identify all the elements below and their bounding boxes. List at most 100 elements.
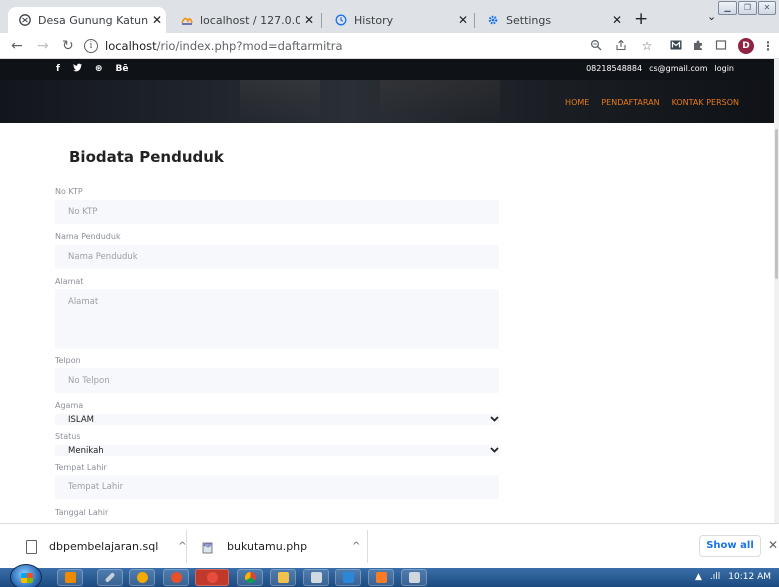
- close-download-bar-icon[interactable]: ✕: [768, 538, 778, 552]
- site-topbar: f ⊛ Bē 08218548884 cs@gmail.com login: [0, 59, 774, 80]
- tab-title: localhost / 127.0.0.1 / db: [200, 13, 300, 27]
- taskbar-app-circle-icon[interactable]: [129, 569, 155, 586]
- restore-icon[interactable]: ❐: [738, 1, 757, 15]
- download-separator: [186, 530, 187, 563]
- label-telpon: Telpon: [55, 356, 81, 365]
- nav-kontak-person[interactable]: KONTAK PERSON: [672, 98, 739, 107]
- tab-title: Desa Gunung Katun Mala: [38, 13, 148, 27]
- menu-kebab-icon[interactable]: ⋮: [761, 39, 775, 53]
- taskbar-app-chrome-icon[interactable]: [237, 569, 263, 586]
- social-links: f ⊛ Bē: [56, 63, 128, 77]
- browser-toolbar: ← → ↻ i localhost/rio/index.php?mod=daft…: [0, 33, 779, 59]
- email-link[interactable]: cs@gmail.com: [649, 64, 707, 73]
- clock[interactable]: 10:12 AM: [728, 572, 771, 582]
- agama-select[interactable]: ISLAM: [55, 414, 499, 425]
- taskbar-app-pen-icon[interactable]: [97, 569, 123, 586]
- download-item-sql[interactable]: dbpembelajaran.sql ^: [26, 524, 187, 569]
- show-all-button[interactable]: Show all: [699, 535, 761, 557]
- label-no-ktp: No KTP: [55, 187, 83, 196]
- address-bar[interactable]: i localhost/rio/index.php?mod=daftarmitr…: [84, 35, 582, 56]
- php-file-icon: php: [202, 540, 215, 554]
- nama-penduduk-input[interactable]: Nama Penduduk: [55, 245, 499, 269]
- tab-phpmyadmin[interactable]: localhost / 127.0.0.1 / db ✕: [170, 7, 318, 33]
- side-panel-icon[interactable]: [714, 39, 728, 53]
- zoom-icon[interactable]: [589, 39, 603, 53]
- file-icon: [26, 539, 37, 554]
- gear-icon: [486, 13, 500, 27]
- taskbar-app-firefox-icon[interactable]: [163, 569, 189, 586]
- alamat-textarea[interactable]: Alamat: [55, 289, 499, 349]
- new-tab-button[interactable]: +: [634, 9, 648, 29]
- tab-strip: Desa Gunung Katun Mala ✕ localhost / 127…: [0, 0, 779, 33]
- taskbar-app-red-icon[interactable]: [195, 569, 229, 586]
- label-nama-penduduk: Nama Penduduk: [55, 232, 121, 241]
- start-button[interactable]: [10, 564, 42, 587]
- page-scrollbar[interactable]: [774, 59, 779, 523]
- site-info-icon[interactable]: i: [84, 38, 98, 53]
- back-arrow-icon[interactable]: ←: [11, 37, 23, 55]
- history-icon: [334, 13, 348, 27]
- taskbar-app-window-icon[interactable]: [303, 569, 329, 586]
- login-link[interactable]: login: [715, 64, 735, 73]
- tab-title: Settings: [506, 13, 552, 27]
- contact-info: 08218548884 cs@gmail.com login: [586, 64, 734, 73]
- taskbar-app-orange-icon[interactable]: [57, 569, 83, 586]
- window-controls: ▁ ❐ ✕: [718, 1, 777, 15]
- minimize-icon[interactable]: ▁: [718, 1, 737, 15]
- status-select[interactable]: Menikah: [55, 445, 499, 456]
- bookmark-star-icon[interactable]: ☆: [640, 39, 654, 53]
- facebook-icon[interactable]: f: [56, 63, 60, 77]
- tab-desa-gunung-katun[interactable]: Desa Gunung Katun Mala ✕: [8, 7, 166, 33]
- extension-m-icon[interactable]: [669, 39, 683, 53]
- profile-avatar[interactable]: D: [738, 38, 754, 54]
- label-agama: Agama: [55, 401, 84, 410]
- tab-close-icon[interactable]: ✕: [148, 13, 166, 27]
- reload-icon[interactable]: ↻: [62, 37, 74, 55]
- tab-close-icon[interactable]: ✕: [608, 13, 626, 27]
- globe-icon: [18, 13, 32, 27]
- dribbble-icon[interactable]: ⊛: [95, 63, 103, 77]
- tab-close-icon[interactable]: ✕: [454, 13, 472, 27]
- twitter-icon[interactable]: [72, 63, 82, 77]
- no-ktp-input[interactable]: No KTP: [55, 200, 499, 224]
- download-item-php[interactable]: php bukutamu.php ^: [202, 524, 361, 569]
- system-tray: ▲ .ıll 10:12 AM: [695, 572, 771, 582]
- extensions-puzzle-icon[interactable]: [691, 39, 705, 53]
- tempat-lahir-input[interactable]: Tempat Lahir: [55, 475, 499, 499]
- tab-separator: [474, 13, 475, 28]
- scrollbar-thumb[interactable]: [775, 129, 778, 279]
- screen: Desa Gunung Katun Mala ✕ localhost / 127…: [0, 0, 779, 587]
- agama-selected-value: ISLAM: [68, 414, 94, 425]
- chevron-down-icon: [490, 415, 499, 425]
- label-alamat: Alamat: [55, 277, 84, 286]
- telpon-input[interactable]: No Telpon: [55, 368, 499, 393]
- taskbar-app-terminal-icon[interactable]: [401, 569, 427, 586]
- nav-pendaftaran[interactable]: PENDAFTARAN: [601, 98, 659, 107]
- label-tempat-lahir: Tempat Lahir: [55, 463, 107, 472]
- phone-number: 08218548884: [586, 64, 643, 73]
- share-icon[interactable]: [614, 39, 628, 53]
- taskbar-app-xampp-icon[interactable]: [368, 569, 394, 586]
- url-path: /rio/index.php?mod=daftarmitra: [156, 38, 343, 53]
- phpmyadmin-icon: [180, 13, 194, 27]
- form-title: Biodata Penduduk: [69, 148, 224, 166]
- download-separator: [367, 530, 368, 563]
- taskbar-app-folder-icon[interactable]: [270, 569, 296, 586]
- tab-settings[interactable]: Settings ✕: [476, 7, 626, 33]
- main-nav: HOME PENDAFTARAN KONTAK PERSON: [565, 98, 739, 107]
- forward-arrow-icon[interactable]: →: [37, 37, 49, 55]
- tab-separator: [321, 13, 322, 28]
- svg-text:php: php: [205, 543, 212, 547]
- close-window-icon[interactable]: ✕: [758, 1, 776, 15]
- behance-icon[interactable]: Bē: [115, 63, 128, 77]
- tab-search-chevron-icon[interactable]: ⌄: [707, 10, 716, 23]
- tray-expand-icon[interactable]: ▲: [695, 572, 702, 582]
- taskbar-app-vscode-icon[interactable]: [335, 569, 361, 586]
- tab-history[interactable]: History ✕: [324, 7, 472, 33]
- download-bar: dbpembelajaran.sql ^ php bukutamu.php ^ …: [0, 523, 779, 568]
- signal-icon[interactable]: .ıll: [710, 572, 720, 582]
- tab-close-icon[interactable]: ✕: [300, 13, 318, 27]
- download-filename: bukutamu.php: [227, 540, 308, 553]
- chevron-up-icon[interactable]: ^: [352, 541, 360, 552]
- nav-home[interactable]: HOME: [565, 98, 589, 107]
